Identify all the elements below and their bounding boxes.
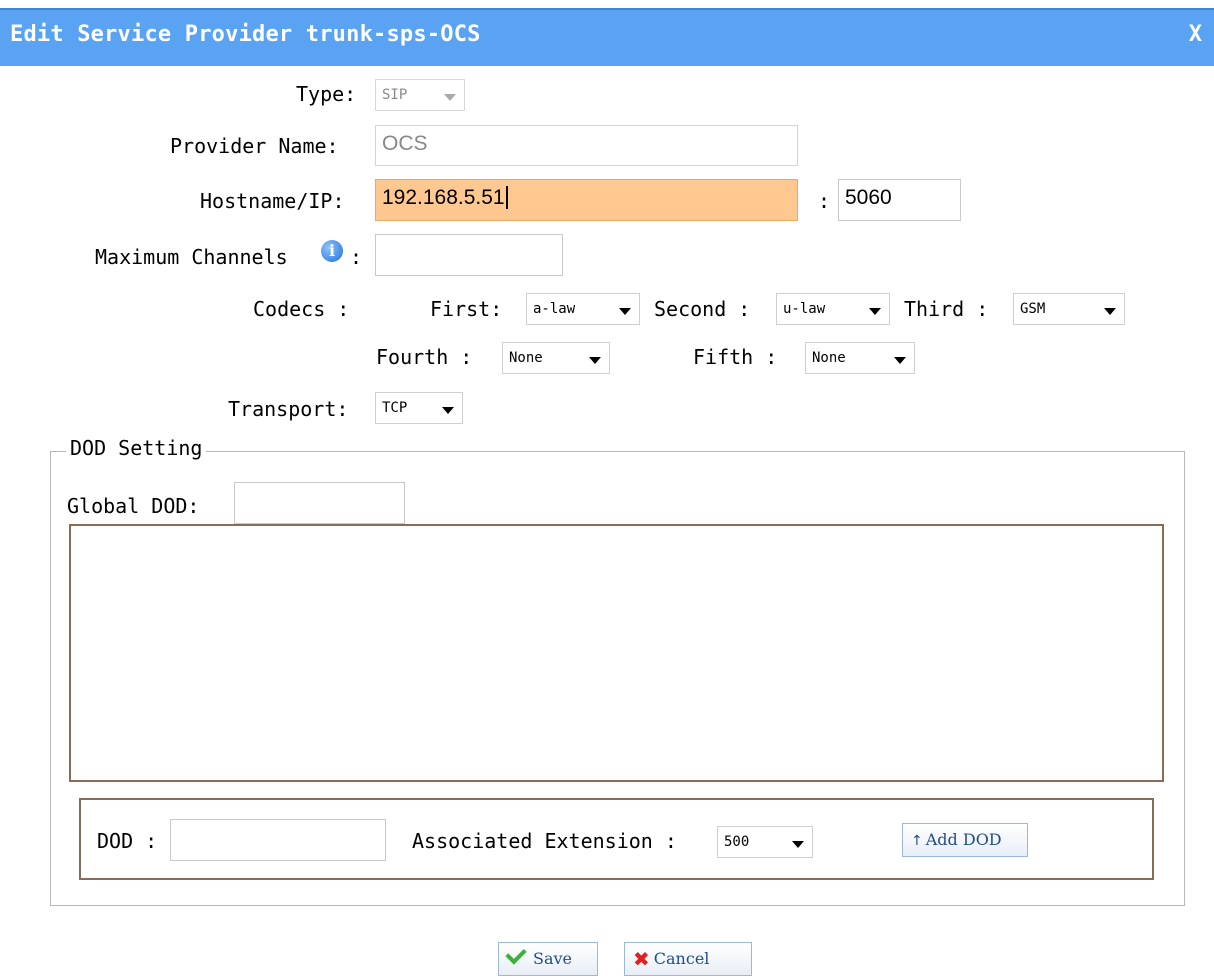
- dod-setting-legend: DOD Setting: [66, 436, 207, 460]
- save-label: Save: [533, 949, 573, 968]
- add-dod-label: Add DOD: [925, 830, 1002, 849]
- dialog-titlebar: Edit Service Provider trunk-sps-OCS X: [0, 8, 1214, 66]
- text-cursor: ​: [505, 186, 508, 209]
- hostname-label: Hostname/IP:: [200, 189, 345, 213]
- max-channels-label: Maximum Channels: [95, 245, 288, 269]
- port-field[interactable]: 5060: [838, 179, 961, 221]
- dod-label: DOD :: [97, 829, 158, 853]
- global-dod-field[interactable]: [234, 482, 405, 524]
- cancel-x-icon: ✖: [633, 947, 650, 971]
- second-codec-select[interactable]: u-law: [776, 293, 890, 325]
- chevron-down-icon: [589, 357, 601, 364]
- close-icon[interactable]: X: [1189, 22, 1202, 47]
- chevron-down-icon: [869, 308, 881, 315]
- type-label: Type:: [296, 82, 357, 106]
- add-dod-button[interactable]: ↑ Add DOD: [902, 823, 1028, 857]
- chevron-down-icon: [792, 841, 804, 848]
- fifth-codec-select[interactable]: None: [805, 342, 915, 374]
- max-channels-field[interactable]: [375, 234, 563, 276]
- port-separator: :: [818, 189, 831, 213]
- second-codec-label: Second :: [654, 297, 751, 321]
- chevron-down-icon: [619, 308, 631, 315]
- dod-list[interactable]: [69, 524, 1164, 782]
- associated-extension-label: Associated Extension :: [412, 829, 677, 853]
- associated-extension-value: 500: [724, 834, 750, 850]
- type-value: SIP: [382, 87, 408, 103]
- first-codec-label: First:: [430, 297, 503, 321]
- global-dod-label: Global DOD:: [67, 494, 200, 518]
- transport-label: Transport:: [228, 397, 349, 421]
- fourth-codec-label: Fourth :: [376, 345, 473, 369]
- cancel-label: Cancel: [653, 949, 710, 968]
- third-codec-value: GSM: [1020, 301, 1046, 317]
- fifth-codec-value: None: [812, 350, 846, 366]
- type-select[interactable]: SIP: [375, 79, 465, 111]
- provider-name-label: Provider Name:: [170, 134, 339, 158]
- chevron-down-icon: [444, 94, 456, 101]
- dod-field[interactable]: [170, 819, 386, 861]
- chevron-down-icon: [1104, 308, 1116, 315]
- chevron-down-icon: [894, 357, 906, 364]
- third-codec-select[interactable]: GSM: [1013, 293, 1125, 325]
- dialog-title: Edit Service Provider trunk-sps-OCS: [10, 22, 481, 47]
- cancel-button[interactable]: ✖ Cancel: [624, 942, 752, 976]
- info-icon[interactable]: i: [321, 240, 343, 262]
- associated-extension-select[interactable]: 500: [717, 826, 813, 858]
- checkmark-icon: [505, 943, 527, 965]
- fourth-codec-value: None: [509, 350, 543, 366]
- hostname-field[interactable]: 192.168.5.51​: [375, 179, 798, 221]
- save-button[interactable]: Save: [498, 942, 598, 976]
- transport-value: TCP: [382, 400, 408, 416]
- fourth-codec-select[interactable]: None: [502, 342, 610, 374]
- provider-name-field[interactable]: OCS: [375, 125, 798, 166]
- first-codec-value: a-law: [533, 301, 576, 317]
- max-channels-colon: :: [350, 245, 363, 269]
- chevron-down-icon: [442, 407, 454, 414]
- hostname-value: 192.168.5.51: [382, 186, 505, 209]
- first-codec-select[interactable]: a-law: [526, 293, 640, 325]
- third-codec-label: Third :: [904, 297, 989, 321]
- transport-select[interactable]: TCP: [375, 392, 463, 424]
- codecs-label: Codecs :: [253, 297, 350, 321]
- arrow-up-icon: ↑: [911, 833, 923, 849]
- fifth-codec-label: Fifth :: [693, 345, 778, 369]
- second-codec-value: u-law: [783, 301, 826, 317]
